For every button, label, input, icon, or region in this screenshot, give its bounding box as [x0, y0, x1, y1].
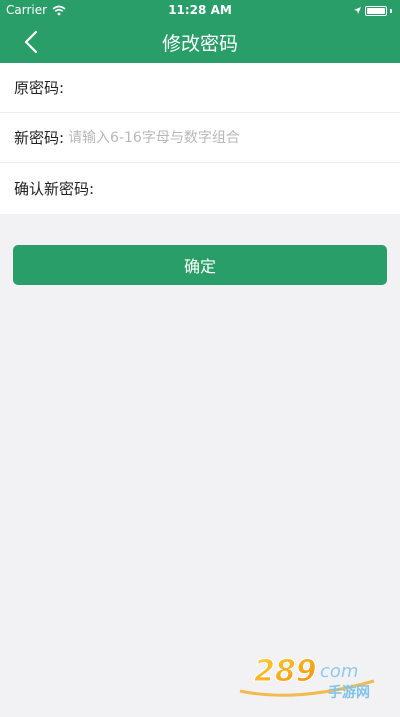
old-password-row: 原密码: — [0, 63, 400, 113]
old-password-input[interactable] — [68, 72, 400, 103]
svg-text:289: 289 — [254, 654, 317, 689]
new-password-label: 新密码: — [14, 129, 65, 147]
status-time: 11:28 AM — [168, 3, 232, 17]
battery-fill — [367, 8, 385, 14]
confirm-password-input[interactable] — [98, 173, 400, 204]
new-password-input[interactable] — [68, 122, 400, 153]
svg-text:手游网: 手游网 — [328, 684, 370, 701]
battery-icon — [365, 6, 387, 16]
status-bar: Carrier 11:28 AM — [0, 0, 400, 20]
site-watermark: 289 com 手游网 — [236, 651, 384, 703]
top-header: Carrier 11:28 AM 修改密码 — [0, 0, 400, 63]
battery-tip — [390, 9, 392, 13]
nav-bar: 修改密码 — [0, 20, 400, 63]
confirm-password-label: 确认新密码: — [14, 180, 95, 198]
status-right — [353, 4, 392, 18]
svg-text:com: com — [320, 661, 358, 682]
location-arrow-icon — [353, 4, 362, 18]
old-password-label: 原密码: — [14, 79, 65, 97]
page-title: 修改密码 — [161, 33, 238, 55]
confirm-button[interactable]: 确定 — [13, 245, 387, 285]
new-password-row: 新密码: — [0, 113, 400, 163]
password-form: 原密码: 新密码: 确认新密码: — [0, 63, 400, 214]
confirm-password-row: 确认新密码: — [0, 163, 400, 214]
